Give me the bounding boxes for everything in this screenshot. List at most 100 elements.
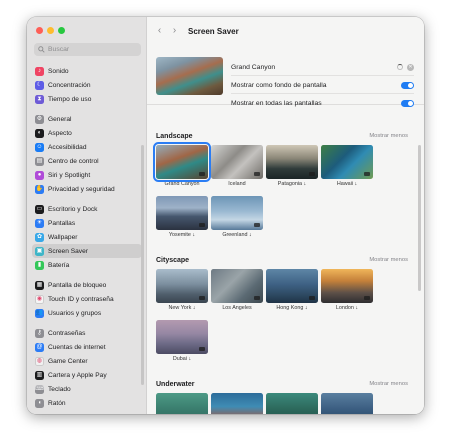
- screen-saver-thumbnail[interactable]: [266, 269, 318, 303]
- sidebar-item-display[interactable]: ☀ Pantallas: [32, 216, 142, 230]
- sidebar-scrollbar[interactable]: [141, 145, 144, 385]
- sidebar-item-mouse[interactable]: ◖ Ratón: [32, 396, 142, 410]
- video-badge-icon: [254, 172, 260, 176]
- screen-saver-icon: ▣: [35, 246, 44, 256]
- sidebar-item-keyboard[interactable]: ⌨ Teclado: [32, 382, 142, 396]
- screen-saver-tile[interactable]: Greenland ↓: [211, 196, 263, 238]
- sidebar-item-wallpaper[interactable]: ✿ Wallpaper: [32, 230, 142, 244]
- wallet-icon: ▥: [35, 370, 44, 380]
- screen-saver-thumbnail[interactable]: [211, 269, 263, 303]
- sidebar-item-label: Game Center: [48, 357, 88, 365]
- tile-label: Grand Canyon: [164, 181, 200, 187]
- gear-icon: ⚙: [35, 114, 44, 124]
- main-scrollbar[interactable]: [418, 145, 421, 291]
- screen-saver-tile[interactable]: London ↓: [321, 269, 373, 311]
- show-as-wallpaper-label: Mostrar como fondo de pantalla: [231, 81, 327, 89]
- sidebar-item-battery[interactable]: ▮ Batería: [32, 258, 142, 272]
- key-icon: ⚷: [35, 328, 44, 338]
- tile-label: New York ↓: [168, 305, 196, 311]
- screen-saver-thumbnail[interactable]: [211, 145, 263, 179]
- sidebar-item-lock-screen[interactable]: ▦ Pantalla de bloqueo: [32, 278, 142, 292]
- screen-saver-thumbnail[interactable]: [321, 145, 373, 179]
- sidebar-item-label: Usuarios y grupos: [48, 309, 102, 317]
- video-badge-icon: [254, 223, 260, 227]
- show-less-button[interactable]: Mostrar menos: [369, 257, 408, 263]
- section-title: Cityscape: [156, 256, 190, 264]
- sidebar-item-moon[interactable]: ☾ Concentración: [32, 78, 142, 92]
- forward-button[interactable]: ›: [170, 26, 179, 36]
- sidebar-item-hand[interactable]: ✋ Privacidad y seguridad: [32, 182, 142, 196]
- sidebar-item-appearance[interactable]: ◐ Aspecto: [32, 126, 142, 140]
- settings-window: Buscar ♪ Sonido ☾ Concentración ⧗ Tiempo de u…: [27, 17, 424, 414]
- screen-saver-thumbnail[interactable]: [156, 393, 208, 414]
- screen-saver-tile[interactable]: Barracuda ↓: [321, 393, 373, 414]
- cancel-download-button[interactable]: ✕: [407, 63, 414, 71]
- sidebar-item-key[interactable]: ⚷ Contraseñas: [32, 326, 142, 340]
- video-badge-icon: [309, 172, 315, 176]
- screen-saver-tile[interactable]: Patagonia ↓: [266, 145, 318, 187]
- screen-saver-thumbnail[interactable]: [266, 145, 318, 179]
- screen-saver-tile[interactable]: Palau Coral ↓: [211, 393, 263, 414]
- screen-saver-thumbnail[interactable]: [156, 196, 208, 230]
- sidebar-item-label: Privacidad y seguridad: [48, 185, 115, 193]
- screen-saver-tile[interactable]: Los Angeles: [211, 269, 263, 311]
- screen-saver-thumbnail[interactable]: [156, 320, 208, 354]
- tile-label: London ↓: [335, 305, 359, 311]
- screen-saver-thumbnail[interactable]: [321, 393, 373, 414]
- section-title: Underwater: [156, 380, 195, 388]
- screen-saver-tile[interactable]: Iceland: [211, 145, 263, 187]
- sidebar-item-siri[interactable]: ● Siri y Spotlight: [32, 168, 142, 182]
- screen-saver-tile[interactable]: Grand Canyon: [153, 142, 211, 187]
- sidebar-item-control-center[interactable]: ▤ Centro de control: [32, 154, 142, 168]
- back-button[interactable]: ‹: [155, 26, 164, 36]
- screen-saver-tile[interactable]: Yosemite ↓: [156, 196, 208, 238]
- screen-saver-thumbnail[interactable]: [211, 196, 263, 230]
- sidebar-item-screen-saver[interactable]: ▣ Screen Saver: [32, 244, 142, 258]
- screen-saver-tile[interactable]: Hong Kong ↓: [266, 269, 318, 311]
- screen-saver-thumbnail[interactable]: [153, 142, 211, 182]
- sidebar-item-game-center[interactable]: ◍ Game Center: [32, 354, 142, 368]
- minimize-window-button[interactable]: [47, 27, 54, 34]
- show-as-wallpaper-toggle[interactable]: [401, 81, 414, 89]
- sidebar-item-wallet[interactable]: ▥ Cartera y Apple Pay: [32, 368, 142, 382]
- screen-saver-tile[interactable]: Palau Jellies ↓: [156, 393, 208, 414]
- screen-saver-tile[interactable]: Hawaii ↓: [321, 145, 373, 187]
- search-icon: [38, 46, 45, 53]
- download-progress-icon: [397, 64, 403, 70]
- sidebar-item-at[interactable]: @ Cuentas de internet: [32, 340, 142, 354]
- screen-saver-tile[interactable]: New York ↓: [156, 269, 208, 311]
- video-badge-icon: [199, 347, 205, 351]
- sidebar-item-dock[interactable]: ▭ Escritorio y Dock: [32, 202, 142, 216]
- dock-icon: ▭: [35, 204, 44, 214]
- section-header: Underwater Mostrar menos: [156, 378, 408, 390]
- game-center-icon: ◍: [35, 356, 44, 366]
- sidebar-item-hourglass[interactable]: ⧗ Tiempo de uso: [32, 92, 142, 106]
- page-title: Screen Saver: [188, 26, 239, 36]
- screen-saver-thumbnail[interactable]: [211, 393, 263, 414]
- sidebar-item-fingerprint[interactable]: ◉ Touch ID y contraseña: [32, 292, 142, 306]
- siri-icon: ●: [35, 170, 44, 180]
- screen-saver-tile[interactable]: Dubai ↓: [156, 320, 208, 362]
- screen-saver-thumbnail[interactable]: [321, 269, 373, 303]
- screen-saver-tile[interactable]: California ↓: [266, 393, 318, 414]
- sidebar-item-users[interactable]: 👥 Usuarios y grupos: [32, 306, 142, 320]
- tile-label: Hong Kong ↓: [276, 305, 308, 311]
- close-window-button[interactable]: [36, 27, 43, 34]
- show-less-button[interactable]: Mostrar menos: [369, 381, 408, 387]
- sidebar-item-label: Centro de control: [48, 157, 99, 165]
- sidebar-item-gear[interactable]: ⚙ General: [32, 112, 142, 126]
- show-as-wallpaper-row: Mostrar como fondo de pantalla: [231, 77, 414, 94]
- video-badge-icon: [364, 296, 370, 300]
- tile-label: Los Angeles: [222, 305, 252, 311]
- search-field[interactable]: Buscar: [34, 43, 141, 56]
- sidebar-item-label: Wallpaper: [48, 233, 78, 241]
- screen-saver-thumbnail[interactable]: [156, 269, 208, 303]
- sidebar-item-accessibility[interactable]: ☺ Accesibilidad: [32, 140, 142, 154]
- main-pane: ‹ › Screen Saver Grand Canyon ✕ Mostrar …: [147, 17, 424, 414]
- screen-saver-thumbnail[interactable]: [266, 393, 318, 414]
- zoom-window-button[interactable]: [58, 27, 65, 34]
- sidebar-item-speaker[interactable]: ♪ Sonido: [32, 64, 142, 78]
- show-less-button[interactable]: Mostrar menos: [369, 133, 408, 139]
- current-screen-saver: Grand Canyon ✕ Mostrar como fondo de pan…: [147, 45, 424, 107]
- sidebar-item-label: Tiempo de uso: [48, 95, 92, 103]
